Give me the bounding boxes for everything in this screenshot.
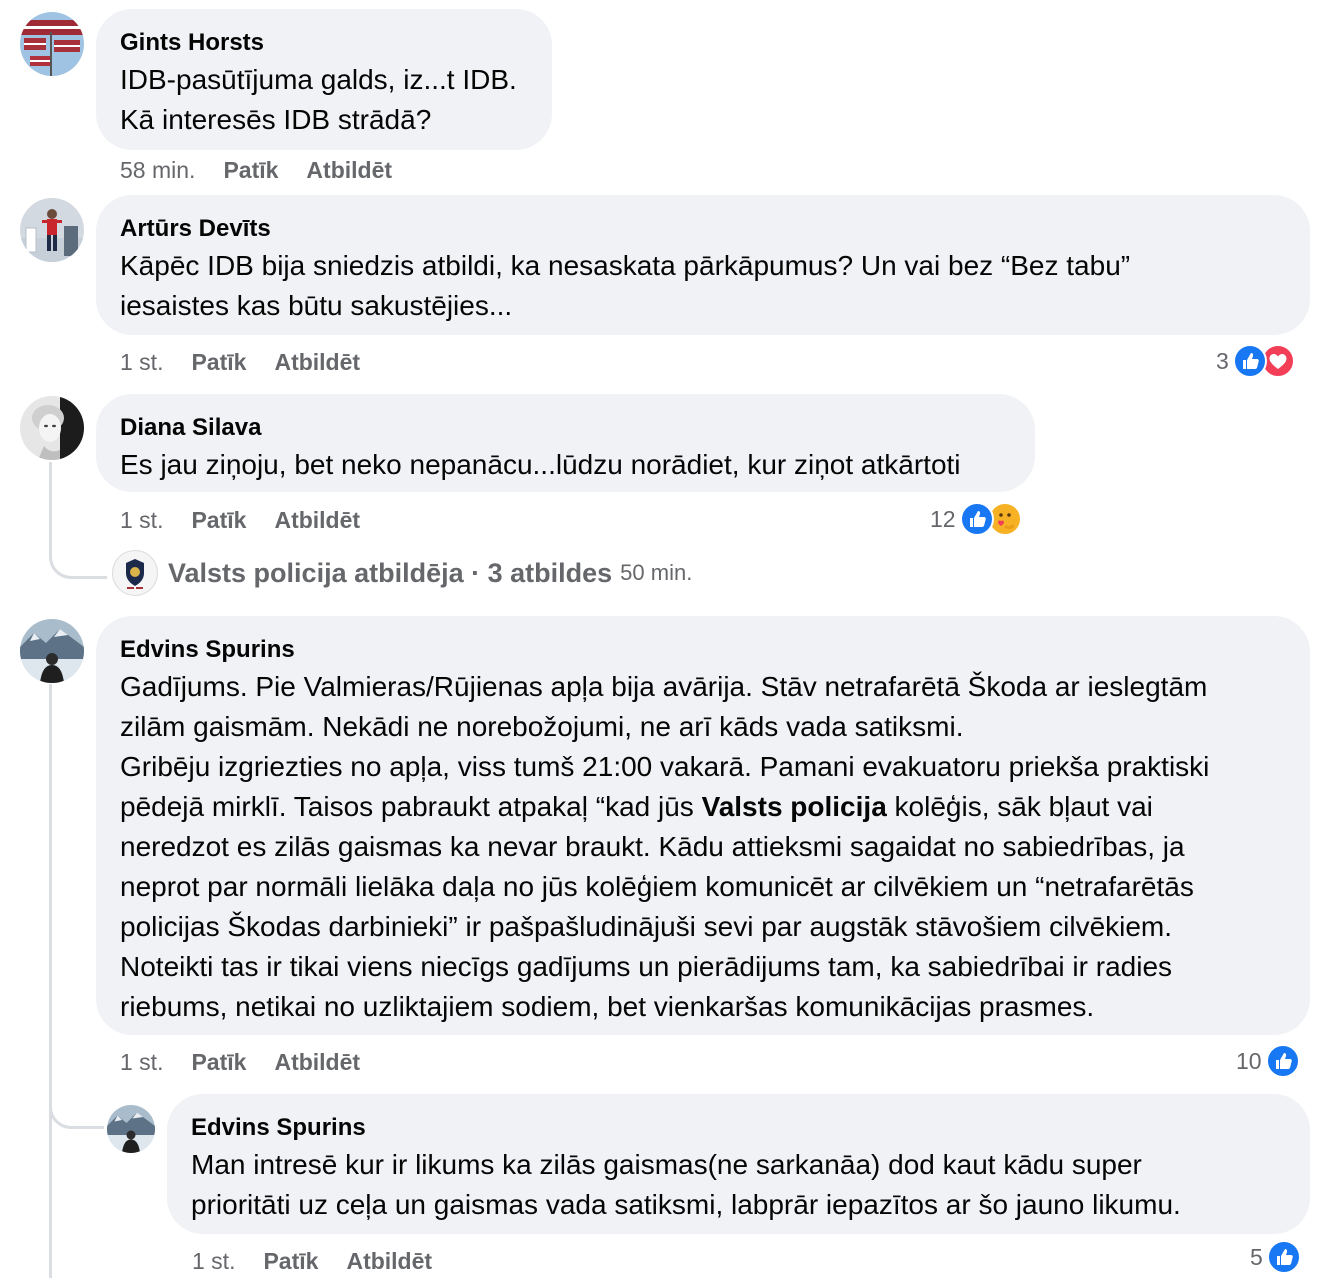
replies-count[interactable]: 3 atbildes [488,558,613,589]
comment-time[interactable]: 1 st. [120,1049,163,1075]
reply-bubble: Edvins Spurins Man intresē kur ir likums… [167,1094,1310,1234]
thread-elbow [49,1080,104,1129]
comment-author[interactable]: Diana Silava [120,413,1011,443]
reaction-count: 10 [1236,1047,1262,1074]
like-icon [1266,1240,1301,1274]
comment-text: Man intresē kur ir likums ka zilās gaism… [191,1149,1181,1220]
reaction-summary[interactable]: 12 [930,502,1022,536]
reaction-summary[interactable]: 10 [1236,1044,1300,1078]
view-replies-link[interactable]: Valsts policija atbildēja · 3 atbildes 50… [112,550,692,596]
comment-meta: 1 st. Patīk Atbildēt [120,1047,388,1077]
comment-time[interactable]: 58 min. [120,157,195,183]
avatar[interactable] [20,12,84,76]
like-button[interactable]: Patīk [263,1248,318,1274]
avatar[interactable] [20,198,84,262]
thread-line [49,462,52,532]
comment-author[interactable]: Gints Horsts [120,28,528,58]
avatar[interactable] [20,396,84,460]
reaction-count: 3 [1216,347,1229,374]
reply-button[interactable]: Atbildēt [274,1049,360,1075]
reply-button[interactable]: Atbildēt [274,507,360,533]
comment-text: IDB-pasūtījuma galds, iz...t IDB. Kā int… [120,64,517,135]
comment-meta: 1 st. Patīk Atbildēt [120,347,388,377]
comment-bubble: Edvins Spurins Gadījums. Pie Valmieras/R… [96,616,1310,1035]
reply-button[interactable]: Atbildēt [306,157,392,183]
replies-separator: · [463,557,488,588]
comment-author[interactable]: Edvins Spurins [120,635,1286,665]
reaction-count: 5 [1250,1243,1263,1270]
police-avatar [112,550,158,596]
replies-author[interactable]: Valsts policija atbildēja [168,558,464,589]
like-icon [1232,344,1267,378]
comment-time[interactable]: 1 st. [120,507,163,533]
comment-meta: 58 min. Patīk Atbildēt [120,155,420,185]
reply-button[interactable]: Atbildēt [346,1248,432,1274]
comment-time[interactable]: 1 st. [192,1248,235,1274]
like-button[interactable]: Patīk [191,507,246,533]
thread-line [49,684,52,1278]
thread-elbow [49,530,107,579]
comment-text: Kāpēc IDB bija sniedzis atbildi, ka nesa… [120,250,1131,321]
reaction-count: 12 [930,505,956,532]
comment-bubble: Diana Silava Es jau ziņoju, bet neko nep… [96,394,1035,492]
replies-time: 50 min. [620,560,693,585]
comment-time[interactable]: 1 st. [120,349,163,375]
comment-author[interactable]: Artūrs Devīts [120,214,1286,244]
like-icon [1265,1044,1300,1078]
comment-author[interactable]: Edvins Spurins [191,1113,1286,1143]
comment-bubble: Gints Horsts IDB-pasūtījuma galds, iz...… [96,9,552,150]
reply-button[interactable]: Atbildēt [274,349,360,375]
comment-text: Gadījums. Pie Valmieras/Rūjienas apļa bi… [120,671,1210,1022]
avatar[interactable] [20,619,84,683]
comment-bubble: Artūrs Devīts Kāpēc IDB bija sniedzis at… [96,195,1310,335]
mention-link[interactable]: Valsts policija [702,791,887,822]
reaction-summary[interactable]: 3 [1216,344,1295,378]
avatar[interactable] [107,1105,155,1153]
comment-meta: 1 st. Patīk Atbildēt [192,1246,460,1276]
comment-text: Es jau ziņoju, bet neko nepanācu...lūdzu… [120,449,961,480]
like-button[interactable]: Patīk [191,349,246,375]
reaction-summary[interactable]: 5 [1250,1240,1301,1274]
comment-meta: 1 st. Patīk Atbildēt [120,505,388,535]
like-button[interactable]: Patīk [191,1049,246,1075]
like-button[interactable]: Patīk [223,157,278,183]
like-icon [959,502,994,536]
